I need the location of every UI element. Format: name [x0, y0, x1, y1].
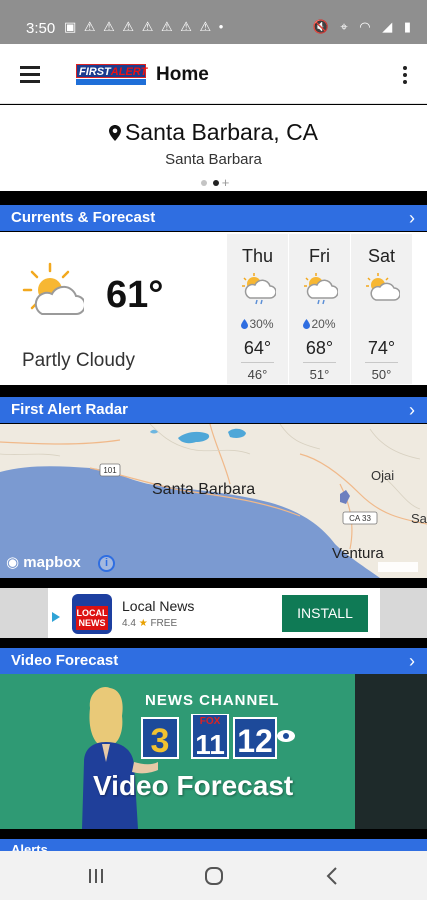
- forecast-low: 51°: [309, 367, 330, 382]
- alerts-title: Alerts: [11, 842, 48, 851]
- precip-chance: 30%: [227, 317, 288, 331]
- mapbox-text: mapbox: [23, 554, 81, 571]
- highway-101-label: 101: [103, 466, 117, 475]
- chevron-right-icon: ›: [409, 208, 415, 228]
- showers-icon: [304, 273, 338, 305]
- page-indicator: +: [0, 175, 427, 190]
- forecast-high: 68°: [305, 338, 334, 358]
- forecast-day-fri[interactable]: Fri 20% 68° 51°: [289, 234, 350, 384]
- logo-fox: FOX: [200, 716, 221, 727]
- map-label-ojai: Ojai: [371, 468, 394, 483]
- current-condition: Partly Cloudy: [22, 350, 135, 371]
- station-logos: 3 FOX 11 12: [141, 714, 295, 760]
- forecast-day-name: Fri: [309, 246, 330, 266]
- chevron-right-icon: ›: [409, 400, 415, 420]
- forecast-day-sat[interactable]: Sat 74° 50°: [351, 234, 412, 384]
- ad-rating: 4.4 ★ FREE: [122, 618, 177, 629]
- radar-title: First Alert Radar: [11, 401, 128, 418]
- page-title: Home: [156, 64, 209, 85]
- map-label-ventura: Ventura: [332, 545, 384, 562]
- currents-forecast-title: Currents & Forecast: [11, 209, 156, 226]
- forecast-low: 46°: [247, 367, 268, 382]
- highway-33-label: CA 33: [349, 514, 371, 523]
- video-forecast-thumbnail[interactable]: NEWS CHANNEL 3 FOX 11 12 Video Forecast: [0, 674, 427, 829]
- current-temperature: 61°: [106, 274, 164, 316]
- back-icon[interactable]: [322, 865, 344, 887]
- app-icon-label: LOCAL NEWS: [76, 606, 108, 630]
- app-bar: FIRSTALERT Home: [0, 44, 427, 104]
- adchoices-icon[interactable]: [51, 612, 61, 622]
- system-icons: 🔇 ⌖ ◠ ◢ ▮: [312, 19, 415, 34]
- page-dot-active: [212, 179, 219, 186]
- status-time: 3:50: [26, 20, 56, 37]
- logo-11: 11: [195, 729, 225, 760]
- precip-chance: 20%: [289, 317, 350, 331]
- precip-value: 30%: [249, 317, 274, 331]
- video-title: Video Forecast: [93, 770, 294, 801]
- forecast-high: 74°: [367, 338, 396, 358]
- alerts-header[interactable]: Alerts: [0, 839, 427, 851]
- raindrop-icon: [303, 319, 311, 329]
- chevron-right-icon: ›: [409, 651, 415, 671]
- first-alert-logo: FIRSTALERT: [76, 64, 148, 86]
- currents-forecast-header[interactable]: Currents & Forecast ›: [0, 205, 427, 231]
- page-dot: [200, 179, 207, 186]
- forecast-day-name: Sat: [367, 246, 396, 266]
- logo-first: FIRST: [79, 66, 111, 78]
- local-news-app-icon: LOCAL NEWS: [72, 594, 112, 634]
- status-bar: 3:50 ▣ ⚠ ⚠ ⚠ ⚠ ⚠ ⚠ ⚠ • 🔇 ⌖ ◠ ◢ ▮: [0, 0, 427, 44]
- rating-value: 4.4: [122, 618, 136, 629]
- ad-banner[interactable]: LOCAL NEWS Local News 4.4 ★ FREE INSTALL: [48, 588, 380, 638]
- video-forecast-header[interactable]: Video Forecast ›: [0, 648, 427, 674]
- mapbox-attribution[interactable]: ◉ mapbox: [6, 553, 81, 571]
- menu-icon[interactable]: [20, 66, 40, 84]
- info-icon[interactable]: i: [98, 555, 115, 572]
- notification-icons: ▣ ⚠ ⚠ ⚠ ⚠ ⚠ ⚠ ⚠ •: [64, 19, 226, 34]
- location-subtitle: Santa Barbara: [165, 151, 262, 168]
- video-forecast-title: Video Forecast: [11, 652, 119, 669]
- price: FREE: [150, 618, 178, 629]
- system-nav-bar: [0, 851, 427, 900]
- raindrop-icon: [241, 319, 249, 329]
- news-channel-label: NEWS CHANNEL: [145, 692, 280, 709]
- more-options-icon[interactable]: [403, 66, 407, 87]
- currents-panel[interactable]: 61° Partly Cloudy Thu 30% 64° 46° Fri 20…: [0, 232, 427, 385]
- mapbox-logo-icon: ◉: [6, 554, 24, 571]
- showers-icon: [242, 273, 276, 305]
- location-name: Santa Barbara, CA: [0, 119, 427, 146]
- star-icon: ★: [138, 618, 148, 629]
- forecast-high: 64°: [243, 338, 272, 358]
- location-panel[interactable]: Santa Barbara, CA Santa Barbara +: [0, 105, 427, 191]
- location-pin-icon: [108, 125, 121, 141]
- radar-header[interactable]: First Alert Radar ›: [0, 397, 427, 423]
- forecast-day-thu[interactable]: Thu 30% 64° 46°: [227, 234, 288, 384]
- logo-12: 12: [237, 723, 273, 759]
- add-location-icon[interactable]: +: [222, 175, 230, 190]
- map-label-sa: Sa: [411, 511, 427, 526]
- map-label-santa-barbara: Santa Barbara: [152, 481, 255, 498]
- ad-app-name: Local News: [122, 598, 195, 614]
- home-icon[interactable]: [203, 865, 225, 887]
- partly-cloudy-icon: [22, 262, 84, 315]
- recent-apps-icon[interactable]: [85, 865, 107, 887]
- forecast-low: 50°: [371, 367, 392, 382]
- forecast-day-name: Thu: [241, 246, 274, 266]
- precip-value: 20%: [311, 317, 336, 331]
- logo-3: 3: [151, 722, 170, 760]
- partly-cloudy-icon: [366, 273, 400, 301]
- logo-alert: ALERT: [110, 66, 148, 78]
- install-button[interactable]: INSTALL: [282, 595, 368, 632]
- location-name-text: Santa Barbara, CA: [124, 119, 319, 145]
